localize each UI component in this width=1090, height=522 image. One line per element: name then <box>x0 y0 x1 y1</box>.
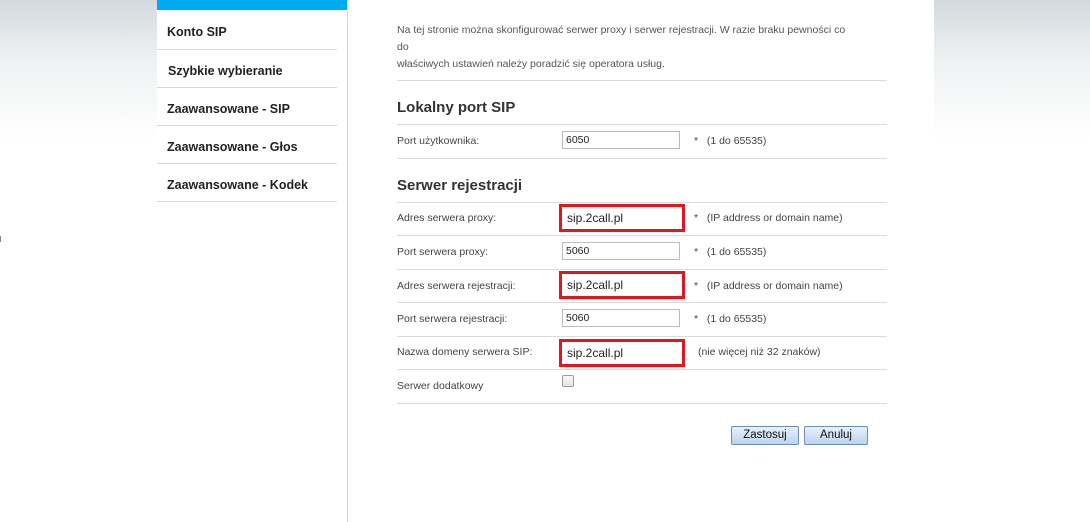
intro-text: Na tej stronie można skonfigurować serwe… <box>397 22 857 73</box>
registrar-address-label: Adres serwera rejestracji: <box>397 280 516 292</box>
sidebar-accent-bar <box>157 0 347 10</box>
proxy-address-input[interactable] <box>559 204 685 232</box>
user-port-input[interactable] <box>562 131 680 149</box>
sidebar-item-zaawansowane-sip[interactable]: Zaawansowane - SIP <box>157 88 347 126</box>
section-title-local-port: Lokalny port SIP <box>397 99 516 116</box>
divider <box>397 269 887 270</box>
registrar-address-input[interactable] <box>559 271 685 299</box>
divider <box>397 80 887 81</box>
registrar-address-hint: * (IP address or domain name) <box>694 280 843 292</box>
registrar-port-label: Port serwera rejestracji: <box>397 313 508 325</box>
settings-frame: Konto SIP Szybkie wybieranie Zaawansowan… <box>157 0 934 522</box>
divider <box>397 158 887 159</box>
sidebar-item-label: Konto SIP <box>167 25 227 39</box>
registrar-port-hint: * (1 do 65535) <box>694 313 767 325</box>
proxy-port-input[interactable] <box>562 242 680 260</box>
sip-domain-hint: (nie więcej niż 32 znaków) <box>698 346 821 358</box>
intro-line-1: Na tej stronie można skonfigurować serwe… <box>397 24 846 53</box>
sip-domain-input[interactable] <box>559 339 685 367</box>
main-content: Na tej stronie można skonfigurować serwe… <box>397 0 887 522</box>
divider <box>397 336 887 337</box>
user-port-label: Port użytkownika: <box>397 135 480 147</box>
section-title-registration: Serwer rejestracji <box>397 177 523 194</box>
sidebar-item-label: Zaawansowane - Kodek <box>167 178 309 192</box>
sidebar-item-label: Szybkie wybieranie <box>168 64 283 78</box>
registrar-port-input[interactable] <box>562 309 680 327</box>
intro-line-2: właściwych ustawień należy poradzić się … <box>397 58 665 70</box>
sidebar-item-label: Zaawansowane - Głos <box>167 140 298 154</box>
sidebar: Konto SIP Szybkie wybieranie Zaawansowan… <box>157 0 348 522</box>
sidebar-item-szybkie-wybieranie[interactable]: Szybkie wybieranie <box>157 50 347 88</box>
edge-mark <box>0 236 1 242</box>
divider <box>397 235 887 236</box>
sidebar-item-label: Zaawansowane - SIP <box>167 102 290 116</box>
secondary-server-label: Serwer dodatkowy <box>397 380 484 392</box>
divider <box>397 403 887 404</box>
user-port-hint: * (1 do 65535) <box>694 135 767 147</box>
divider <box>397 124 887 125</box>
sidebar-item-zaawansowane-glos[interactable]: Zaawansowane - Głos <box>157 126 347 164</box>
sidebar-item-zaawansowane-kodek[interactable]: Zaawansowane - Kodek <box>157 164 347 202</box>
proxy-address-hint: * (IP address or domain name) <box>694 212 843 224</box>
secondary-server-checkbox[interactable] <box>562 375 574 387</box>
divider <box>397 202 887 203</box>
sidebar-item-konto-sip[interactable]: Konto SIP <box>157 10 347 50</box>
proxy-port-label: Port serwera proxy: <box>397 246 489 258</box>
proxy-port-hint: * (1 do 65535) <box>694 246 767 258</box>
apply-button[interactable]: Zastosuj <box>731 426 799 445</box>
divider <box>397 302 887 303</box>
proxy-address-label: Adres serwera proxy: <box>397 212 497 224</box>
sip-domain-label: Nazwa domeny serwera SIP: <box>397 346 533 358</box>
divider <box>397 369 887 370</box>
cancel-button[interactable]: Anuluj <box>804 426 868 445</box>
